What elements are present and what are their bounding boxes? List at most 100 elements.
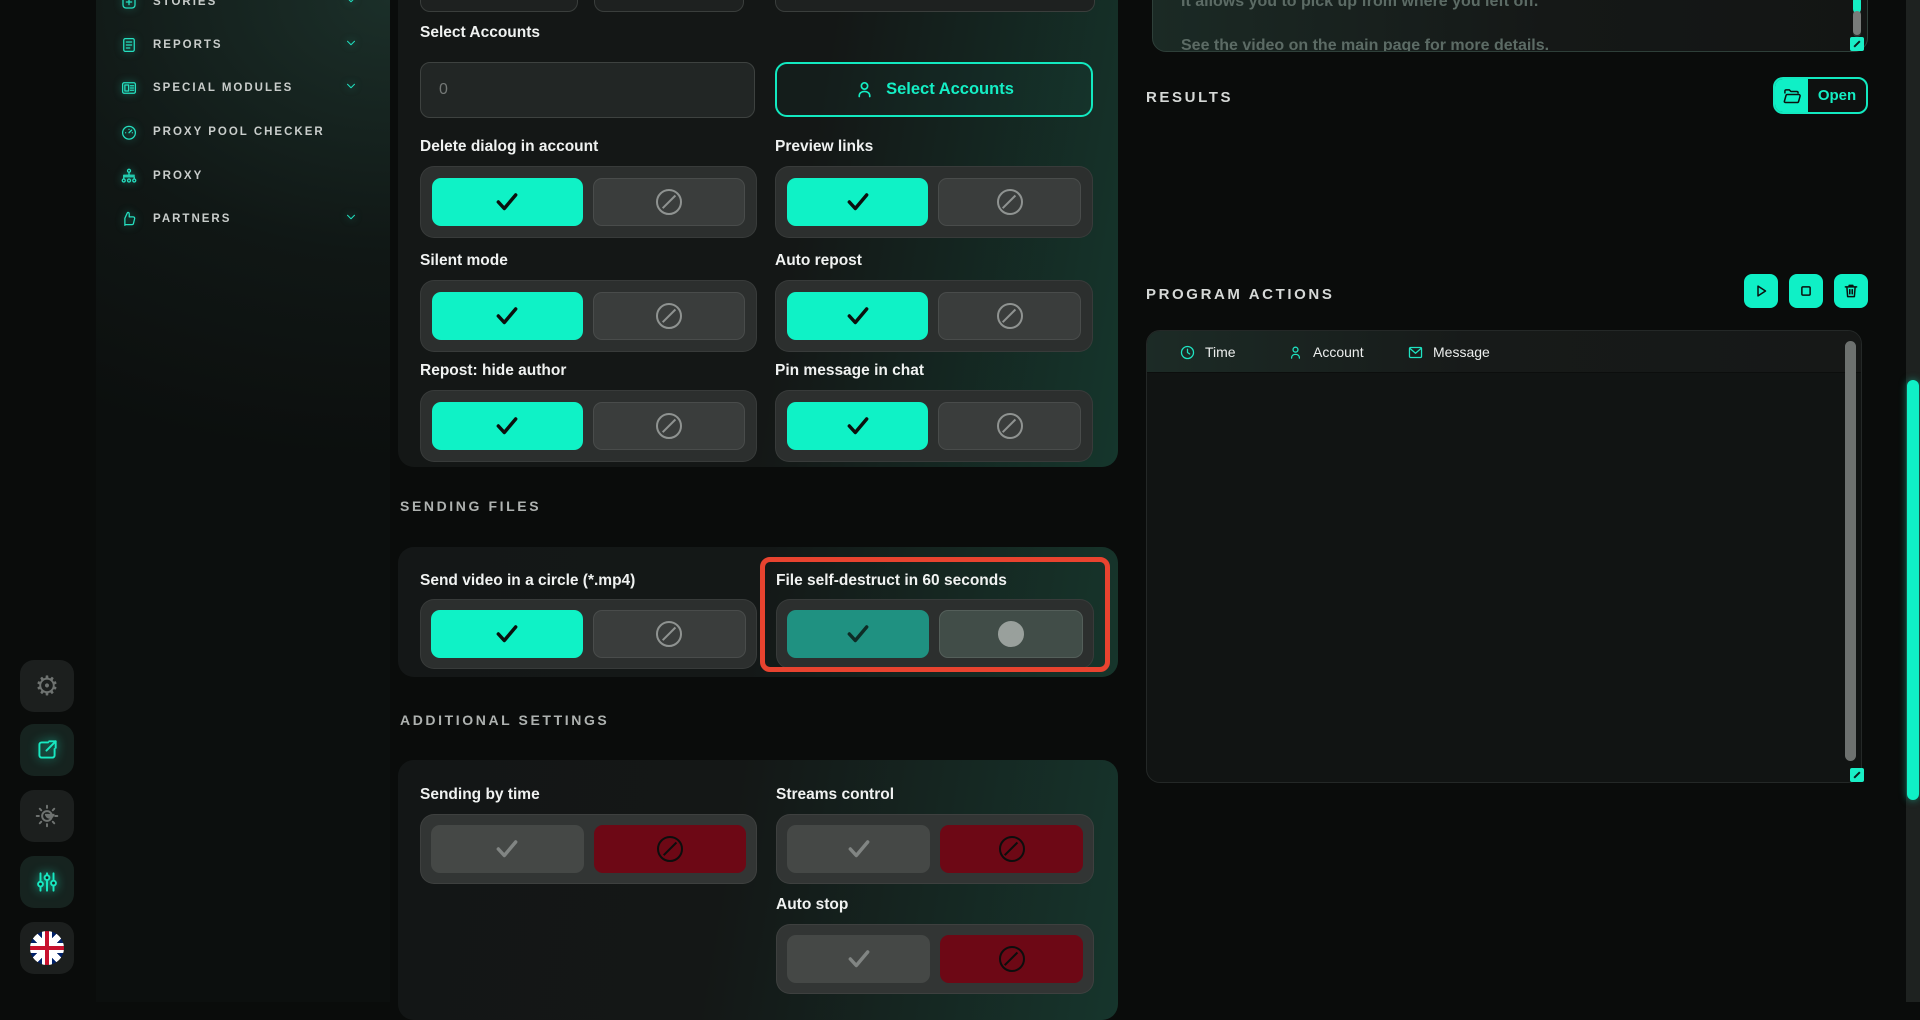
check-icon [845,624,871,644]
toggle-pin-message [775,390,1093,462]
toggle-on-button[interactable] [432,402,583,450]
toggle-on-button[interactable] [787,935,930,983]
toggle-label: Silent mode [420,252,508,270]
plus-square-icon [120,0,138,11]
resize-grip-icon[interactable] [1850,768,1864,782]
thumbs-up-icon [120,210,138,228]
person-icon [1287,344,1304,361]
sending-files-card: Send video in a circle (*.mp4) File self… [398,547,1118,677]
run-button[interactable] [1744,274,1778,308]
theme-brightness-button[interactable] [20,790,74,842]
chevron-down-icon [344,36,358,55]
sidebar-item-proxy[interactable]: PROXY [96,160,390,192]
column-header-time[interactable]: Time [1179,331,1236,373]
toggle-on-button[interactable] [787,825,930,873]
check-icon [846,949,872,969]
text-input[interactable] [420,0,578,12]
toggle-streams-control [776,814,1094,884]
envelope-icon [1407,344,1424,361]
toggle-off-button[interactable] [938,292,1081,340]
brightness-icon [34,803,60,829]
resize-grip-icon[interactable] [1850,37,1864,51]
stop-button[interactable] [1789,274,1823,308]
table-header-row: Time Account Message [1147,331,1861,373]
toggle-off-button[interactable] [593,292,746,340]
clear-log-button[interactable] [1834,274,1868,308]
block-icon [997,303,1023,329]
toggle-auto-repost [775,280,1093,352]
block-icon [656,413,682,439]
toggle-preview-links [775,166,1093,238]
text-input[interactable] [594,0,744,12]
toggle-off-button[interactable] [593,402,746,450]
open-results-button[interactable]: Open [1773,77,1868,114]
sidebar-item-reports[interactable]: REPORTS [96,29,390,61]
toggle-label: Pin message in chat [775,362,924,380]
check-icon [845,306,871,326]
toggle-on-button[interactable] [431,610,583,658]
info-textbox[interactable]: It allows you to pick up from where you … [1152,0,1868,52]
toggle-on-button[interactable] [432,292,583,340]
toggle-on-button[interactable] [787,610,929,658]
check-icon [494,192,520,212]
block-icon [997,189,1023,215]
play-icon [1752,282,1770,300]
toggle-label: Delete dialog in account [420,138,598,156]
settings-button[interactable]: ⚙ [20,660,74,712]
accounts-count-input[interactable]: 0 [420,62,755,118]
check-icon [494,839,520,859]
uk-flag-icon [30,931,64,965]
select-accounts-label: Select Accounts [420,24,540,42]
info-line: See the video on the main page for more … [1181,37,1549,52]
toggle-on-button[interactable] [432,178,583,226]
toggle-on-button[interactable] [787,178,928,226]
info-line: It allows you to pick up from where you … [1181,0,1538,11]
table-scrollbar[interactable] [1845,341,1856,761]
modules-icon [120,79,138,97]
sending-files-header: SENDING FILES [400,498,541,514]
toggle-label: Repost: hide author [420,362,566,380]
toggle-off-button[interactable] [593,178,746,226]
sending-settings-card: Select Accounts 0 Select Accounts Delete… [398,0,1118,467]
external-link-button[interactable] [20,724,74,776]
sidebar-item-partners[interactable]: PARTNERS [96,203,390,235]
toggle-label: Send video in a circle (*.mp4) [420,572,635,590]
toggle-off-button[interactable] [940,935,1083,983]
block-icon [998,621,1024,647]
toggle-off-button[interactable] [594,825,747,873]
toggle-label: File self-destruct in 60 seconds [776,572,1007,590]
column-header-account[interactable]: Account [1287,331,1364,373]
language-button[interactable] [20,922,74,974]
network-icon [120,167,138,185]
toggle-off-button[interactable] [593,610,747,658]
sidebar-item-special-modules[interactable]: SPECIAL MODULES [96,72,390,104]
sidebar-item-proxy-pool-checker[interactable]: PROXY POOL CHECKER [96,116,390,148]
filters-button[interactable] [20,856,74,908]
toggle-off-button[interactable] [938,178,1081,226]
info-scrollbar[interactable] [1853,0,1861,37]
sidebar-item-stories[interactable]: STORIES [96,0,390,18]
select-accounts-button[interactable]: Select Accounts [775,62,1093,117]
toggle-auto-stop [776,924,1094,994]
folder-icon [1775,79,1808,112]
check-icon [494,416,520,436]
toggle-on-button[interactable] [787,292,928,340]
left-icon-rail: ⚙ [0,0,96,1002]
toggle-on-button[interactable] [787,402,928,450]
toggle-off-button[interactable] [939,610,1083,658]
page-scrollbar-thumb[interactable] [1907,380,1919,800]
block-icon [999,946,1025,972]
check-icon [494,624,520,644]
toggle-off-button[interactable] [938,402,1081,450]
chevron-down-icon [344,79,358,98]
program-actions-header: PROGRAM ACTIONS [1146,286,1334,303]
block-icon [657,836,683,862]
block-icon [656,621,682,647]
report-icon [120,36,138,54]
toggle-on-button[interactable] [431,825,584,873]
sliders-icon [34,869,60,895]
trash-icon [1842,282,1860,300]
column-header-message[interactable]: Message [1407,331,1490,373]
text-input[interactable] [775,0,1095,12]
toggle-off-button[interactable] [940,825,1083,873]
